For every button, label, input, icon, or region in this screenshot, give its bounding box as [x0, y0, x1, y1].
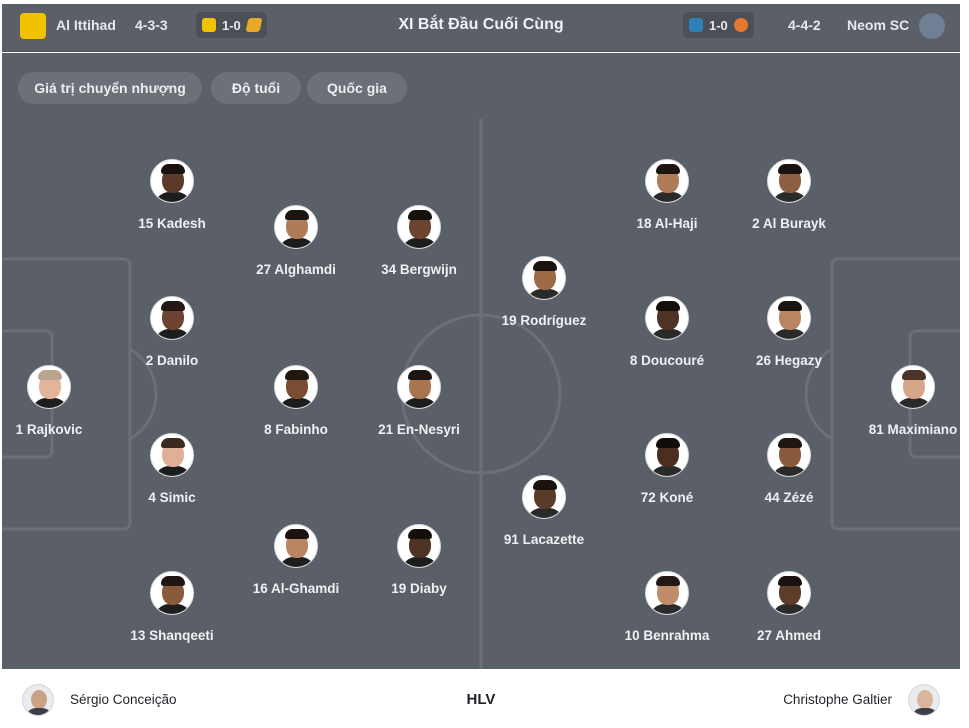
away-player[interactable]: 18 Al-Haji [602, 159, 732, 231]
player-avatar[interactable] [645, 433, 689, 477]
player-avatar[interactable] [645, 296, 689, 340]
player-name[interactable]: 18 Al-Haji [602, 216, 732, 231]
player-avatar[interactable] [397, 524, 441, 568]
coaches-bar: Sérgio Conceição HLV Christophe Galtier [2, 670, 960, 728]
player-name[interactable]: 91 Lacazette [479, 532, 609, 547]
away-player[interactable]: 19 Rodríguez [479, 256, 609, 328]
away-player[interactable]: 10 Benrahma [602, 571, 732, 643]
player-name[interactable]: 19 Rodríguez [479, 313, 609, 328]
al-ittihad-mini-logo-icon [202, 18, 216, 32]
player-name[interactable]: 27 Alghamdi [231, 262, 361, 277]
player-name[interactable]: 81 Maximiano [848, 422, 960, 437]
away-player[interactable]: 44 Zézé [724, 433, 854, 505]
player-name[interactable]: 8 Fabinho [231, 422, 361, 437]
player-avatar[interactable] [397, 365, 441, 409]
away-player[interactable]: 8 Doucouré [602, 296, 732, 368]
opponent-mini-logo-icon [245, 18, 263, 32]
player-name[interactable]: 2 Al Burayk [724, 216, 854, 231]
away-player[interactable]: 81 Maximiano [848, 365, 960, 437]
player-avatar[interactable] [27, 365, 71, 409]
player-name[interactable]: 44 Zézé [724, 490, 854, 505]
home-player[interactable]: 16 Al-Ghamdi [231, 524, 361, 596]
away-team-name[interactable]: Neom SC [847, 17, 909, 33]
neom-sc-logo-icon[interactable] [919, 13, 945, 39]
home-formation: 4-3-3 [135, 17, 168, 33]
player-name[interactable]: 16 Al-Ghamdi [231, 581, 361, 596]
home-player[interactable]: 2 Danilo [107, 296, 237, 368]
away-form-badge[interactable]: 1-0 [683, 12, 754, 38]
player-avatar[interactable] [150, 571, 194, 615]
home-player[interactable]: 34 Bergwijn [354, 205, 484, 277]
home-player[interactable]: 15 Kadesh [107, 159, 237, 231]
player-avatar[interactable] [767, 296, 811, 340]
player-avatar[interactable] [274, 365, 318, 409]
home-last-score: 1-0 [222, 17, 241, 33]
away-last-score: 1-0 [709, 17, 728, 33]
player-avatar[interactable] [397, 205, 441, 249]
home-form-badge[interactable]: 1-0 [196, 12, 267, 38]
away-player[interactable]: 2 Al Burayk [724, 159, 854, 231]
player-name[interactable]: 26 Hegazy [724, 353, 854, 368]
home-team-name[interactable]: Al Ittihad [56, 17, 116, 33]
neom-mini-logo-icon [689, 18, 703, 32]
player-name[interactable]: 15 Kadesh [107, 216, 237, 231]
player-avatar[interactable] [150, 296, 194, 340]
away-player[interactable]: 26 Hegazy [724, 296, 854, 368]
filter-nationality[interactable]: Quốc gia [307, 72, 407, 104]
pitch: 1 Rajkovic 15 Kadesh 2 Danilo 4 Simic 13 Sha… [2, 119, 960, 669]
player-avatar[interactable] [767, 159, 811, 203]
player-name[interactable]: 34 Bergwijn [354, 262, 484, 277]
home-player[interactable]: 19 Diaby [354, 524, 484, 596]
player-name[interactable]: 4 Simic [107, 490, 237, 505]
away-coach-name[interactable]: Christophe Galtier [783, 692, 892, 707]
player-name[interactable]: 2 Danilo [107, 353, 237, 368]
away-player[interactable]: 27 Ahmed [724, 571, 854, 643]
player-name[interactable]: 10 Benrahma [602, 628, 732, 643]
filter-transfer-value[interactable]: Giá trị chuyển nhượng [18, 72, 202, 104]
opponent-mini-logo-icon [733, 18, 748, 32]
player-name[interactable]: 8 Doucouré [602, 353, 732, 368]
away-player[interactable]: 72 Koné [602, 433, 732, 505]
player-avatar[interactable] [645, 571, 689, 615]
lineup-widget: Al Ittihad 4-3-3 1-0 XI Bắt Đầu Cuối Cùn… [0, 0, 969, 728]
filter-bar: Giá trị chuyển nhượng Độ tuổi Quốc gia [2, 53, 960, 119]
home-player[interactable]: 21 En-Nesyri [354, 365, 484, 437]
player-name[interactable]: 27 Ahmed [724, 628, 854, 643]
filter-age[interactable]: Độ tuổi [211, 72, 301, 104]
home-player[interactable]: 8 Fabinho [231, 365, 361, 437]
home-player[interactable]: 1 Rajkovic [2, 365, 114, 437]
player-avatar[interactable] [645, 159, 689, 203]
player-avatar[interactable] [274, 524, 318, 568]
player-avatar[interactable] [767, 433, 811, 477]
home-player[interactable]: 4 Simic [107, 433, 237, 505]
home-player[interactable]: 27 Alghamdi [231, 205, 361, 277]
player-avatar[interactable] [522, 475, 566, 519]
player-name[interactable]: 13 Shanqeeti [107, 628, 237, 643]
home-player[interactable]: 13 Shanqeeti [107, 571, 237, 643]
player-name[interactable]: 1 Rajkovic [2, 422, 114, 437]
away-player[interactable]: 91 Lacazette [479, 475, 609, 547]
player-name[interactable]: 21 En-Nesyri [354, 422, 484, 437]
away-coach-avatar[interactable] [908, 684, 940, 716]
lineup-header: Al Ittihad 4-3-3 1-0 XI Bắt Đầu Cuối Cùn… [2, 4, 960, 52]
player-avatar[interactable] [274, 205, 318, 249]
away-formation: 4-4-2 [788, 17, 821, 33]
player-avatar[interactable] [767, 571, 811, 615]
player-avatar[interactable] [150, 433, 194, 477]
player-avatar[interactable] [522, 256, 566, 300]
al-ittihad-logo-icon[interactable] [20, 13, 46, 39]
player-name[interactable]: 19 Diaby [354, 581, 484, 596]
player-avatar[interactable] [891, 365, 935, 409]
player-name[interactable]: 72 Koné [602, 490, 732, 505]
player-avatar[interactable] [150, 159, 194, 203]
